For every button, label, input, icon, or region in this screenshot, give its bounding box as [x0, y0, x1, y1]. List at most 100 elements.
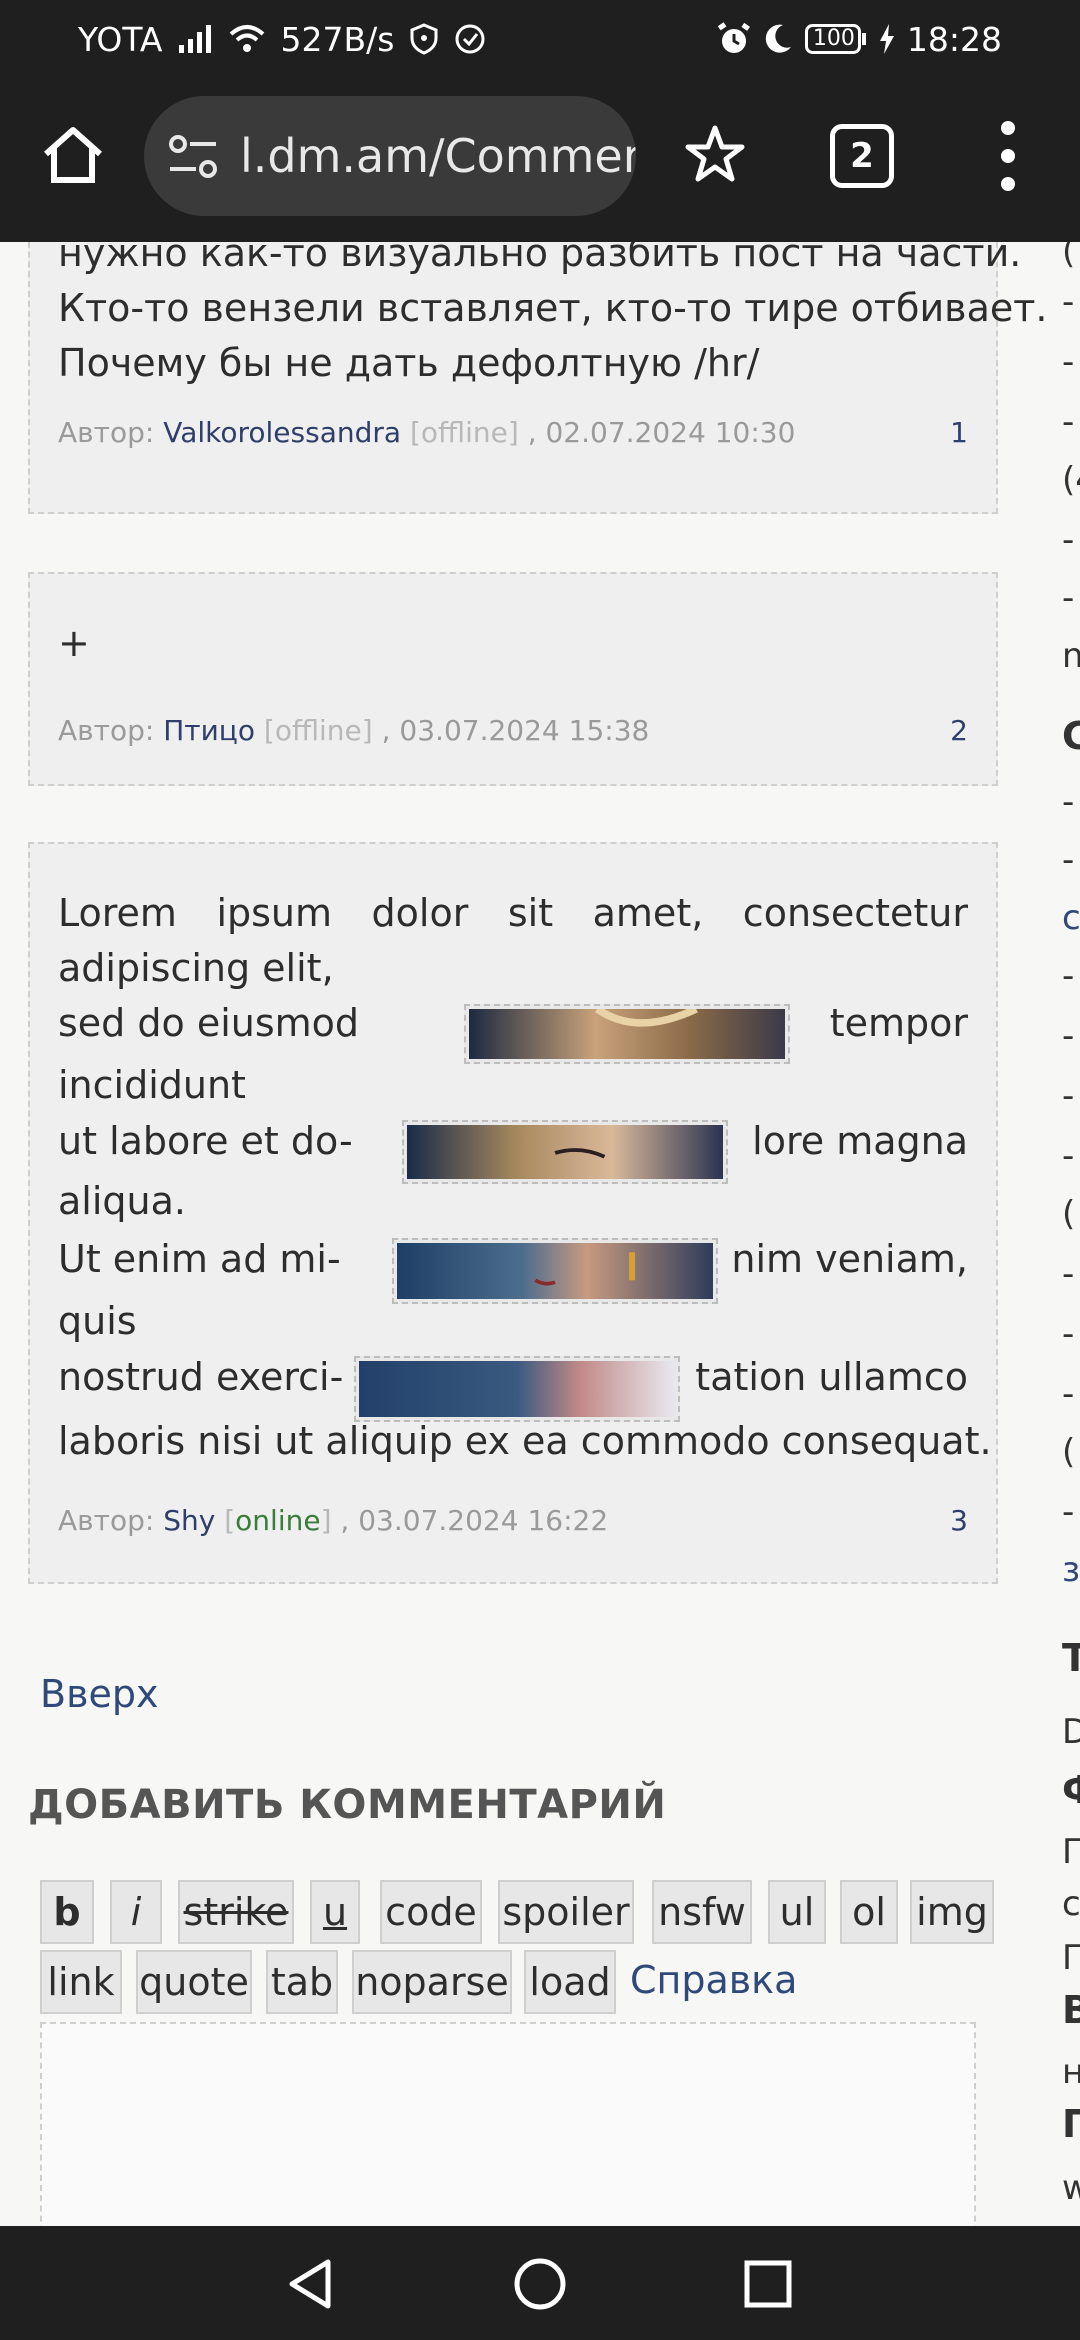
image-strip	[464, 1004, 790, 1064]
network-speed: 527B/s	[280, 19, 395, 59]
address-bar[interactable]: l.dm.am/Commer	[144, 96, 636, 216]
anime-image-fragment	[407, 1125, 723, 1179]
bbcode-ul-button[interactable]: ul	[768, 1880, 826, 1944]
bbcode-ol-button[interactable]: ol	[840, 1880, 898, 1944]
scroll-top-link[interactable]: Вверх	[40, 1672, 158, 1716]
sidebar-fragment: B	[1062, 1988, 1080, 2032]
sidebar-fragment: П	[1062, 2102, 1080, 2146]
bbcode-tab-button[interactable]: tab	[266, 1950, 338, 2014]
post-text-line: laboris nisi ut aliquip ex ea commodo co…	[58, 1419, 992, 1463]
author-link[interactable]: Shy	[163, 1504, 215, 1537]
sidebar-fragment: (	[1062, 1194, 1076, 1234]
sidebar-fragment: н	[1062, 2052, 1080, 2092]
bbcode-spoiler-button[interactable]: spoiler	[498, 1880, 634, 1944]
sidebar-fragment: -	[1062, 342, 1075, 382]
browser-menu-button[interactable]	[988, 118, 1028, 194]
url-text[interactable]: l.dm.am/Commer	[240, 96, 636, 216]
bbcode-italic-button[interactable]: i	[110, 1880, 162, 1944]
post-date: , 03.07.2024 16:22	[340, 1504, 609, 1537]
charging-icon	[879, 24, 895, 54]
post-meta: Автор: Valkorolessandra [offline] , 02.0…	[58, 416, 968, 449]
status-right: 100 18:28	[717, 0, 1002, 78]
post-text-line: adipiscing elit,	[58, 946, 334, 990]
anime-image-fragment	[397, 1243, 713, 1299]
sidebar-fragment: C	[1062, 714, 1080, 758]
post-text-line: Почему бы не дать дефолтную /hr/	[58, 341, 760, 385]
image-strip	[354, 1356, 680, 1422]
bbcode-quote-button[interactable]: quote	[136, 1950, 252, 2014]
tab-count: 2	[850, 136, 874, 176]
author-prefix: Автор:	[58, 416, 155, 449]
sidebar-fragment: (	[1062, 242, 1076, 272]
post-number-link[interactable]: 2	[950, 714, 968, 747]
sidebar-fragment: w	[1062, 2168, 1080, 2208]
post-date: , 02.07.2024 10:30	[527, 416, 796, 449]
sidebar-fragment: -	[1062, 840, 1075, 880]
comment-post: нужно как-то визуально разбить пост на ч…	[28, 242, 1047, 514]
sidebar-fragment: (4	[1062, 460, 1080, 500]
post-text-line: tation ullamco	[695, 1355, 968, 1399]
home-circle-icon	[514, 2258, 566, 2310]
bbcode-img-button[interactable]: img	[910, 1880, 994, 1944]
sidebar-fragment: n	[1062, 636, 1080, 676]
post-text-line: nim veniam,	[731, 1237, 968, 1281]
sidebar-fragment: з	[1062, 1550, 1080, 1590]
browser-toolbar: l.dm.am/Commer 2	[0, 78, 1080, 242]
signal-icon	[178, 25, 213, 53]
author-link[interactable]: Valkorolessandra	[163, 416, 401, 449]
sidebar-fragment: -	[1062, 282, 1075, 322]
anime-image-fragment	[359, 1361, 675, 1417]
author-prefix: Автор:	[58, 714, 155, 747]
bbcode-code-button[interactable]: code	[380, 1880, 482, 1944]
status-left: YOTA 527B/s	[78, 0, 486, 78]
bbcode-help-link[interactable]: Справка	[630, 1948, 797, 2012]
site-settings-icon[interactable]	[168, 134, 218, 180]
star-icon	[685, 125, 745, 182]
sidebar-fragment: -	[1062, 520, 1075, 560]
post-text-line: Lorem ipsum dolor sit amet, consectetur	[58, 891, 968, 935]
author-status: offline	[420, 416, 508, 449]
sidebar-fragment: -	[1062, 402, 1075, 442]
bbcode-strike-button[interactable]: strike	[178, 1880, 294, 1944]
home-icon	[44, 127, 102, 183]
sidebar-fragment: c	[1062, 1884, 1080, 1924]
sidebar-fragment: П	[1062, 1832, 1080, 1872]
comment-textarea[interactable]	[40, 2022, 976, 2226]
bbcode-bold-button[interactable]: b	[40, 1880, 94, 1944]
back-button[interactable]	[282, 2256, 338, 2312]
bbcode-load-button[interactable]: load	[524, 1950, 616, 2014]
author-link[interactable]: Птицо	[163, 714, 255, 747]
sidebar-fragment: -	[1062, 782, 1075, 822]
comment-post: + Автор: Птицо [offline] , 03.07.2024 15…	[28, 572, 998, 786]
post-number-link[interactable]: 1	[950, 416, 968, 449]
page-content: нужно как-то визуально разбить пост на ч…	[0, 242, 1080, 2226]
home-nav-button[interactable]	[512, 2256, 568, 2312]
back-triangle-icon	[289, 2259, 331, 2309]
sidebar-fragment: D	[1062, 1712, 1080, 1752]
wifi-icon	[229, 24, 265, 54]
clock: 18:28	[906, 19, 1002, 59]
add-comment-heading: ДОБАВИТЬ КОММЕНТАРИЙ	[28, 1782, 667, 1828]
recents-button[interactable]	[740, 2256, 796, 2312]
post-meta: Автор: Птицо [offline] , 03.07.2024 15:3…	[58, 714, 968, 747]
sidebar-fragment: Ф	[1062, 1768, 1080, 1812]
check-circle-icon	[454, 23, 486, 55]
alarm-icon	[717, 22, 751, 56]
bbcode-nsfw-button[interactable]: nsfw	[652, 1880, 752, 1944]
tab-switcher-button[interactable]: 2	[830, 124, 894, 188]
post-number-link[interactable]: 3	[950, 1504, 968, 1537]
bbcode-noparse-button[interactable]: noparse	[352, 1950, 512, 2014]
battery-level: 100	[812, 26, 855, 51]
bookmark-button[interactable]	[680, 120, 750, 190]
bbcode-link-button[interactable]: link	[40, 1950, 122, 2014]
anime-image-fragment	[469, 1005, 785, 1059]
sidebar-fragment: -	[1062, 1016, 1075, 1056]
post-text-line: lore magna	[752, 1119, 968, 1163]
sidebar-fragment: -	[1062, 1136, 1075, 1176]
home-button[interactable]	[38, 120, 108, 190]
post-meta: Автор: Shy [online] , 03.07.2024 16:22 3	[58, 1504, 968, 1537]
sidebar-fragment: (	[1062, 1432, 1076, 1472]
carrier-label: YOTA	[78, 19, 163, 59]
author-prefix: Автор:	[58, 1504, 155, 1537]
bbcode-underline-button[interactable]: u	[310, 1880, 360, 1944]
